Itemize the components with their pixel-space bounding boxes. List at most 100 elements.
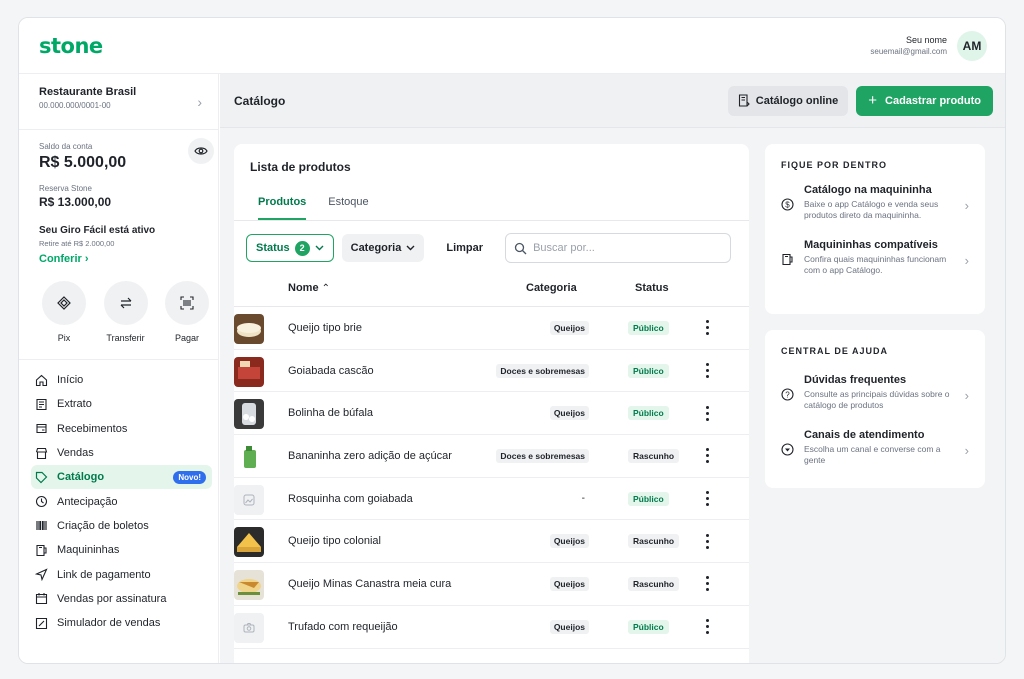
company-name: Restaurante Brasil [39, 86, 137, 98]
sidebar-item-label: Extrato [57, 398, 92, 411]
product-thumbnail [234, 399, 264, 430]
add-product-button[interactable]: + Cadastrar produto [856, 85, 993, 116]
sidebar-item-label: Maquininhas [57, 544, 120, 557]
chevron-right-icon: › [964, 198, 969, 213]
table-row[interactable]: Bananinha zero adição de açúcar Doces e … [234, 435, 749, 478]
sidebar-item-label: Simulador de vendas [57, 617, 161, 630]
news-item-text: Baixe o app Catálogo e venda seus produt… [804, 199, 939, 220]
pix-button[interactable]: Pix [39, 281, 89, 343]
help-card-title: CENTRAL DE AJUDA [781, 346, 889, 356]
add-product-label: Cadastrar produto [885, 94, 981, 107]
quick-actions: Pix Transferir Pagar [19, 281, 218, 343]
row-menu-icon[interactable] [706, 491, 710, 507]
products-card: Lista de produtos Produtos Estoque Statu… [234, 144, 749, 663]
status-filter-label: Status [256, 242, 290, 254]
table-row[interactable]: Queijo tipo brie Queijos Público [234, 307, 749, 350]
transfer-label: Transferir [106, 333, 145, 343]
sidebar-nav: Início Extrato Recebimentos Vendas Catál… [19, 368, 218, 635]
news-item-maquininhas-compativeis[interactable]: Maquininhas compatíveis Confira quais ma… [765, 239, 985, 276]
product-thumbnail [234, 314, 264, 344]
chevron-right-icon: › [964, 388, 969, 403]
catalog-online-button[interactable]: Catálogo online [727, 85, 849, 116]
pix-label: Pix [57, 333, 71, 343]
sidebar-item-inicio[interactable]: Início [31, 368, 212, 392]
send-icon [33, 567, 49, 583]
search-placeholder: Buscar por... [533, 242, 595, 254]
help-card: CENTRAL DE AJUDA ? Dúvidas frequentes Co… [765, 330, 985, 488]
row-menu-icon[interactable] [706, 320, 710, 336]
store-icon [33, 445, 49, 461]
sidebar-item-label: Recebimentos [57, 422, 128, 435]
help-item-faq[interactable]: ? Dúvidas frequentes Consulte as princip… [765, 374, 985, 411]
sidebar-item-catalogo[interactable]: Catálogo Novo! [31, 465, 212, 490]
stone-logo[interactable]: stone [39, 34, 103, 58]
calculator-icon [33, 615, 49, 631]
search-icon [514, 242, 527, 254]
products-card-title: Lista de produtos [250, 160, 351, 174]
row-menu-icon[interactable] [706, 533, 710, 549]
column-status-header: Status [635, 281, 669, 294]
tab-estoque[interactable]: Estoque [328, 190, 368, 220]
sidebar-item-assinatura[interactable]: Vendas por assinatura [31, 587, 212, 611]
sidebar-item-boletos[interactable]: Criação de boletos [31, 514, 212, 538]
row-menu-icon[interactable] [706, 405, 710, 421]
product-name: Queijo tipo colonial [288, 535, 381, 548]
table-row[interactable]: Bolinha de búfala Queijos Público [234, 392, 749, 436]
transfer-button[interactable]: Transferir [101, 281, 151, 343]
row-menu-icon[interactable] [706, 576, 710, 592]
giro-link[interactable]: Conferir › [39, 253, 198, 265]
status-filter[interactable]: Status 2 [246, 234, 334, 262]
row-menu-icon[interactable] [706, 448, 710, 464]
filter-bar: Status 2 Categoria Limpar Buscar por... [234, 221, 749, 263]
company-doc: 00.000.000/0001-00 [39, 101, 111, 110]
product-category: Doces e sobremesas [496, 448, 589, 463]
help-item-canais[interactable]: Canais de atendimento Escolha um canal e… [765, 429, 985, 466]
row-menu-icon[interactable] [706, 619, 710, 635]
column-category-header: Categoria [526, 281, 577, 294]
sidebar-item-vendas[interactable]: Vendas [31, 441, 212, 465]
eye-icon [194, 147, 208, 155]
giro-title: Seu Giro Fácil está ativo [39, 225, 156, 236]
table-row[interactable]: Trufado com requeijão Queijos Público [234, 606, 749, 649]
chevron-right-icon: › [197, 94, 202, 110]
product-category: Queijos [549, 320, 589, 335]
tab-produtos[interactable]: Produtos [258, 190, 307, 220]
status-badge: Público [628, 363, 669, 378]
column-name-header[interactable]: Nome ⌃ [288, 282, 330, 294]
product-thumbnail [234, 442, 264, 473]
table-body: Queijo tipo brie Queijos Público Goiabad… [234, 307, 749, 649]
table-row[interactable]: Queijo Minas Canastra meia cura Queijos … [234, 563, 749, 606]
sidebar-item-label: Criação de boletos [57, 519, 149, 532]
sidebar-item-antecipacao[interactable]: Antecipação [31, 489, 212, 513]
product-name: Bolinha de búfala [288, 407, 374, 420]
home-icon [33, 372, 49, 388]
pay-button[interactable]: Pagar [162, 281, 212, 343]
giro-subtitle: Retire até R$ 2.000,00 [39, 239, 115, 248]
clear-filters-button[interactable]: Limpar [446, 242, 483, 254]
pay-label: Pagar [174, 333, 200, 343]
sidebar-item-simulador[interactable]: Simulador de vendas [31, 611, 212, 635]
question-circle-icon: ? [781, 388, 794, 406]
search-input[interactable]: Buscar por... [505, 233, 732, 263]
product-name: Bananinha zero adição de açúcar [288, 449, 452, 462]
category-filter[interactable]: Categoria [341, 234, 425, 262]
sidebar-item-extrato[interactable]: Extrato [31, 392, 212, 416]
chevron-down-icon [406, 245, 415, 251]
row-menu-icon[interactable] [706, 363, 710, 379]
barcode-icon [33, 518, 49, 534]
news-item-catalogo-maquininha[interactable]: $ Catálogo na maquininha Baixe o app Cat… [765, 184, 985, 221]
sidebar-item-link-pagamento[interactable]: Link de pagamento [31, 562, 212, 586]
eye-toggle-button[interactable] [188, 138, 214, 164]
table-row[interactable]: Goiabada cascão Doces e sobremesas Públi… [234, 350, 749, 393]
table-row[interactable]: Rosquinha com goiabada - Público [234, 478, 749, 521]
user-menu[interactable]: Seu nome seuemail@gmail.com AM [870, 30, 987, 61]
chevron-right-icon: › [84, 253, 89, 265]
sidebar-item-recebimentos[interactable]: Recebimentos [31, 417, 212, 441]
company-selector[interactable]: Restaurante Brasil 00.000.000/0001-00 › [19, 74, 218, 130]
reserve-label: Reserva Stone [39, 184, 92, 193]
catalog-icon [738, 94, 750, 107]
avatar[interactable]: AM [957, 30, 987, 61]
sidebar-item-maquininhas[interactable]: Maquininhas [31, 538, 212, 562]
user-email: seuemail@gmail.com [870, 46, 947, 56]
table-row[interactable]: Queijo tipo colonial Queijos Rascunho [234, 520, 749, 564]
